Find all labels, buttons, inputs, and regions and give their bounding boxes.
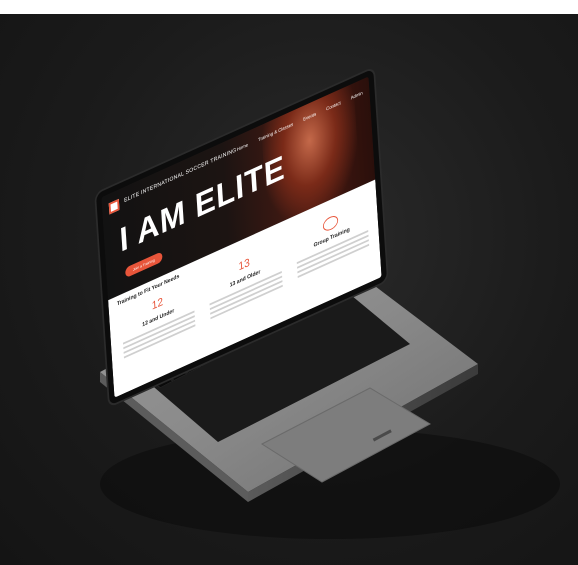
laptop-lid: ELITE INTERNATIONAL SOCCER TRAINING Home… xyxy=(94,68,394,406)
site-logo-icon[interactable] xyxy=(108,198,120,215)
photo-background: ELITE INTERNATIONAL SOCCER TRAINING Home… xyxy=(0,14,578,565)
nav-item-home[interactable]: Home xyxy=(237,142,249,153)
training-card[interactable]: 13 13 and Older xyxy=(204,238,288,353)
group-training-icon xyxy=(322,213,339,234)
training-card[interactable]: Group Training xyxy=(291,199,375,314)
